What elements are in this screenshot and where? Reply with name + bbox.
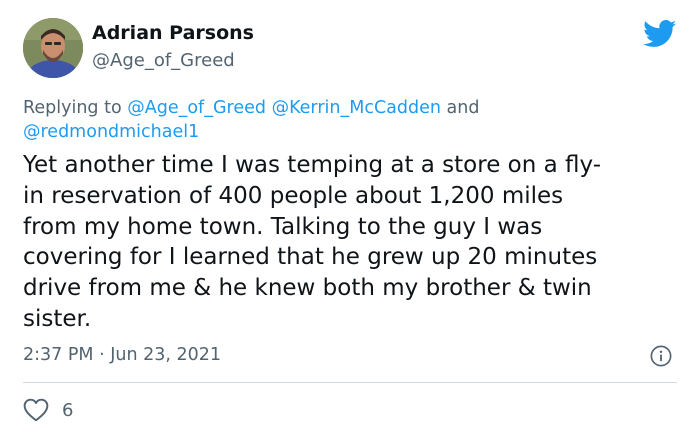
tweet-line: in reservation of 400 people about 1,200… xyxy=(23,182,564,209)
mention-link[interactable]: @Kerrin_McCadden xyxy=(272,98,441,118)
info-icon[interactable] xyxy=(650,345,672,367)
tweet-line: covering for I learned that he grew up 2… xyxy=(23,244,598,271)
heart-icon xyxy=(23,398,49,422)
user-handle[interactable]: @Age_of_Greed xyxy=(92,50,235,71)
like-button[interactable]: 6 xyxy=(23,397,73,423)
divider xyxy=(23,382,677,383)
like-count: 6 xyxy=(62,399,74,421)
tweet-text: Yet another time I was temping at a stor… xyxy=(23,150,673,335)
replying-to-label: Replying to xyxy=(23,98,122,118)
tweet-line: sister. xyxy=(23,305,92,332)
replying-to-and: and xyxy=(446,98,480,118)
mention-link[interactable]: @redmondmichael1 xyxy=(23,122,199,142)
display-name[interactable]: Adrian Parsons xyxy=(92,22,254,44)
tweet-line: Yet another time I was temping at a stor… xyxy=(23,152,602,178)
twitter-bird-icon[interactable] xyxy=(643,20,677,48)
replying-to: Replying to @Age_of_Greed @Kerrin_McCadd… xyxy=(23,96,683,144)
avatar[interactable] xyxy=(23,18,83,78)
avatar-photo xyxy=(23,18,83,78)
tweet-card: Adrian Parsons @Age_of_Greed Replying to… xyxy=(0,0,700,437)
tweet-timestamp[interactable]: 2:37 PM · Jun 23, 2021 xyxy=(23,345,221,365)
mention-link[interactable]: @Age_of_Greed xyxy=(127,98,266,118)
tweet-line: drive from me & he knew both my brother … xyxy=(23,275,592,302)
tweet-line: from my home town. Talking to the guy I … xyxy=(23,213,543,240)
